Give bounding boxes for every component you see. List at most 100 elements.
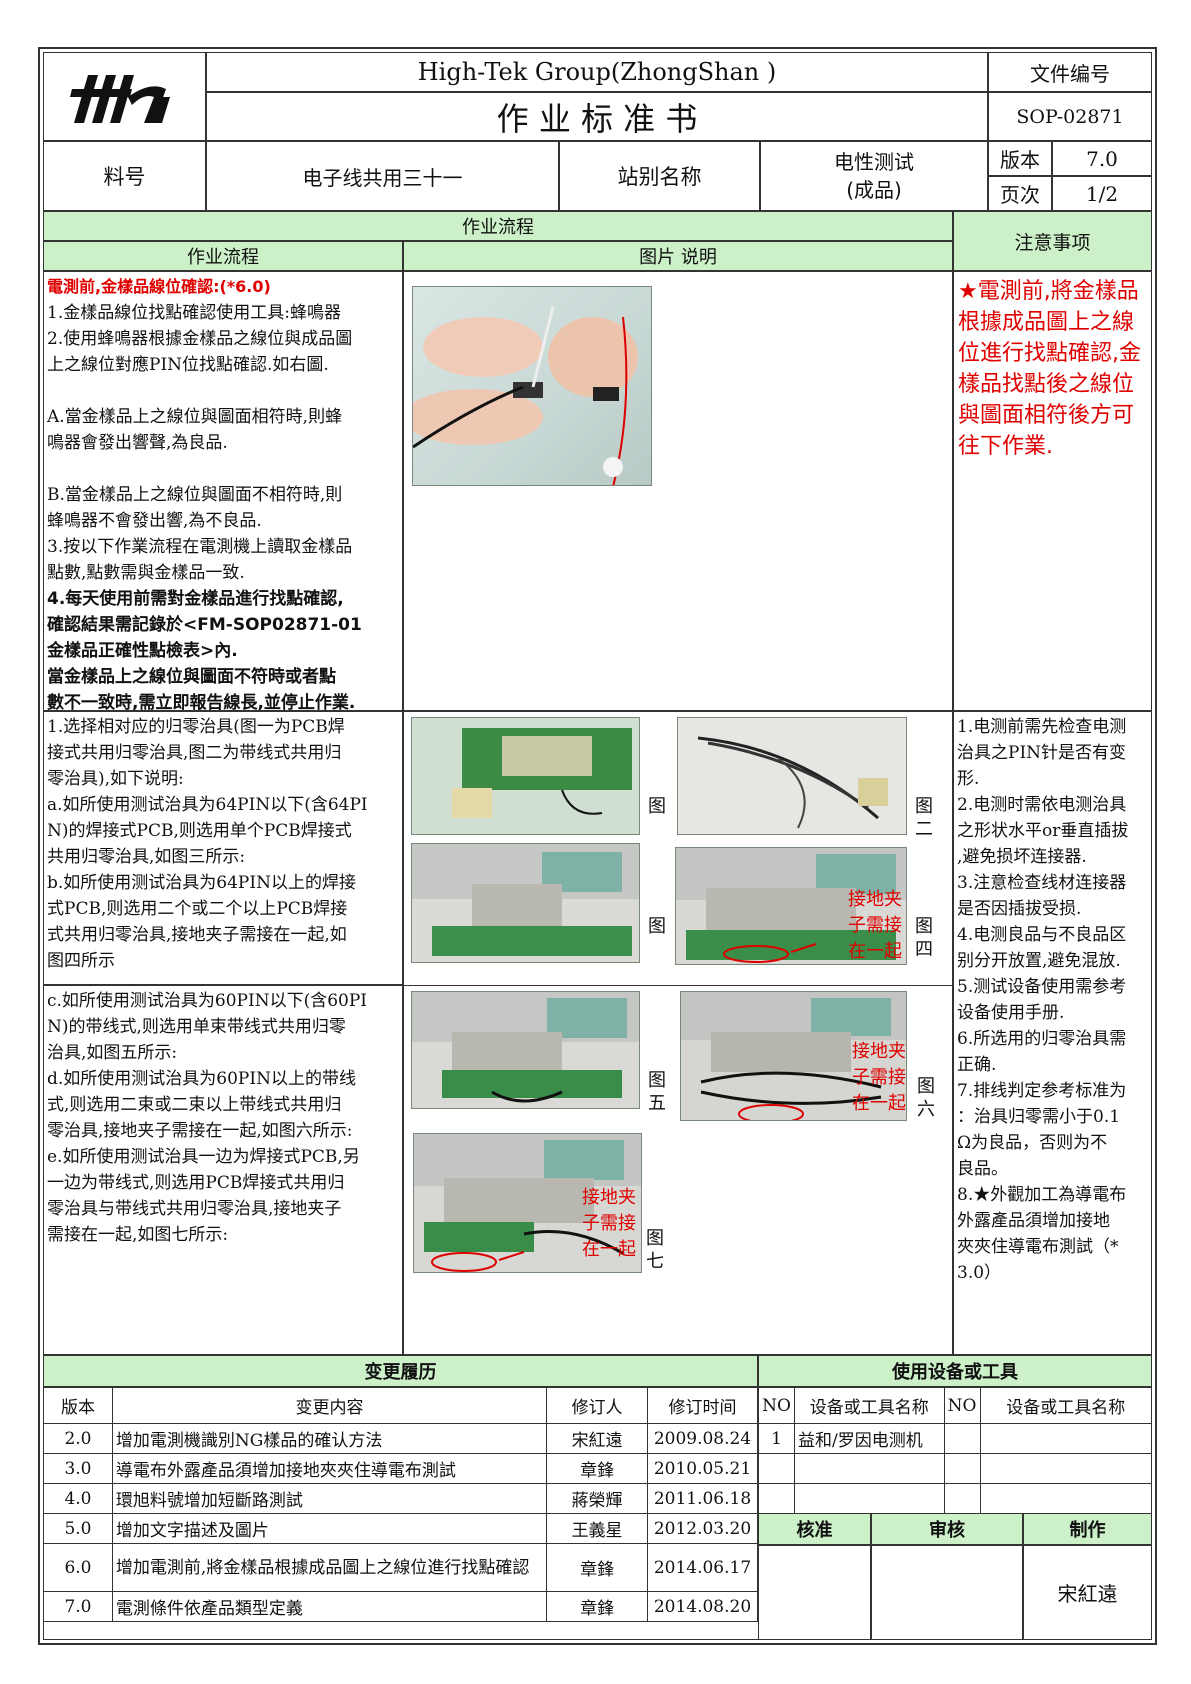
photo-desc-header: 图片 说明: [403, 241, 953, 271]
approve-signature: [758, 1545, 871, 1640]
low-line: c.如所使用测试治具为60PIN以下(含60PI: [47, 991, 368, 1011]
mid-line: a.如所使用测试治具为64PIN以下(含64PI: [47, 795, 368, 815]
top-line: A.當金樣品上之線位與圖面相符時,則蜂: [47, 407, 343, 427]
approve-label: 核准: [758, 1513, 871, 1545]
fig1-photo: [411, 717, 640, 835]
fig6-label-1: 图: [917, 1076, 935, 1097]
hist-date: 2010.05.21: [646, 1453, 759, 1484]
top-line: 蜂鳴器不會發出響,為不良品.: [47, 511, 262, 531]
review-label: 审核: [871, 1513, 1023, 1545]
fig1-label-text: 图: [648, 796, 666, 817]
top-lines: 1.金樣品線位找點確認使用工具:蜂鳴器 2.使用蜂鳴器根據金樣品之線位與成品圖 上之…: [47, 300, 352, 586]
note-line: 是否因插拔受损.: [957, 899, 1082, 919]
top-bold-line: 數不一致時,需立即報告線長,並停止作業.: [47, 693, 356, 711]
fig3-label-text: 图: [648, 916, 666, 937]
fig-divider: [403, 985, 953, 986]
hist-version: 6.0: [43, 1543, 113, 1592]
top-line: 1.金樣品線位找點確認使用工具:蜂鳴器: [47, 303, 341, 323]
change-history-table: 版本 变更内容 修订人 修订时间 2.0 增加電測機識別NG樣品的確认方法 宋紅遠 2…: [43, 1387, 759, 1622]
notes-list: 1.电测前需先检查电测 治具之PIN针是否有变 形. 2.电测时需依电测治具 之形状水平…: [957, 714, 1128, 1286]
fig6-ground-note: 接地夹 子需接 在一起: [830, 1039, 906, 1117]
mid-line: 式PCB,则选用二个或二个以上PCB焊接: [47, 899, 348, 919]
hist-reviser: 章鋒: [546, 1591, 648, 1622]
fig7-ground-note-2: 子需接: [582, 1213, 636, 1234]
eq-row2-name2: [979, 1453, 1153, 1484]
notes-cell: 1.电测前需先检查电测 治具之PIN针是否有变 形. 2.电测时需依电测治具 之形状水平…: [953, 711, 1152, 1355]
top-bold-line: 當金樣品上之線位與圖面不符時或者點: [47, 667, 336, 687]
note-line: 1.电测前需先检查电测: [957, 717, 1127, 737]
fig7-ground-note-3: 在一起: [582, 1239, 636, 1260]
note-line: ：治具归零需小于0.1: [957, 1107, 1121, 1127]
page-value: 1/2: [1052, 176, 1152, 211]
history-header: 变更履历: [43, 1355, 758, 1387]
hist-col-reviser: 修订人: [546, 1387, 648, 1424]
fig3-photo: [411, 843, 640, 963]
top-bold-line: 4.每天使用前需對金樣品進行找點確認,: [47, 589, 344, 609]
fig5-label-1: 图: [648, 1070, 666, 1091]
fig4-label-1: 图: [915, 916, 933, 937]
eq-row2-no: [758, 1453, 795, 1484]
history-row: 5.0 增加文字描述及圖片 王義星 2012.03.20: [43, 1513, 759, 1544]
eq-col-name-1: 设备或工具名称: [793, 1387, 945, 1424]
mid-line: 图四所示: [47, 951, 115, 971]
top-bold-line: 金樣品正確性點檢表>內.: [47, 641, 238, 661]
fig4-label-2: 四: [915, 939, 933, 960]
hist-reviser: 王義星: [546, 1513, 648, 1544]
maker-label: 制作: [1023, 1513, 1152, 1545]
fig7-ground-note: 接地夹 子需接 在一起: [560, 1185, 636, 1263]
maker-signature: 宋紅遠: [1023, 1545, 1152, 1640]
note-line: 良品。: [957, 1159, 1008, 1179]
eq-col-no-1: NO: [758, 1387, 795, 1424]
top-bold-line: 確認結果需記錄於<FM-SOP02871-01: [47, 615, 362, 635]
hist-content: 環旭料號增加短斷路測試: [111, 1483, 548, 1514]
mid-line: 1.选择相对应的归零治具(图一为PCB焊: [47, 717, 345, 737]
station-label: 站别名称: [559, 141, 760, 211]
mid-lines: 1.选择相对应的归零治具(图一为PCB焊 接式共用归零治具,图二为带线式共用归 零治…: [47, 714, 368, 974]
top-note: ★電測前,將金樣品根據成品圖上之線位進行找點確認,金樣品找點後之線位與圖面相符後…: [958, 279, 1141, 459]
eq-row2-name: [793, 1453, 945, 1484]
note-line: 4.电测良品与不良品区: [957, 925, 1127, 945]
history-row: 2.0 增加電測機識別NG樣品的確认方法 宋紅遠 2009.08.24: [43, 1423, 759, 1454]
station-value: 电性测试 (成品): [760, 141, 988, 211]
low-line: e.如所使用测试治具一边为焊接式PCB,另: [47, 1147, 360, 1167]
page-label: 页次: [988, 176, 1052, 211]
eq-row2-no2: [943, 1453, 981, 1484]
process-header: 作业流程: [43, 211, 953, 241]
hist-version: 2.0: [43, 1423, 113, 1454]
version-label: 版本: [988, 141, 1052, 176]
note-line: 3.注意检查线材连接器: [957, 873, 1127, 893]
eq-col-name-2: 设备或工具名称: [979, 1387, 1153, 1424]
fig4-label: 图 四: [913, 915, 935, 961]
fig4-ground-note-3: 在一起: [848, 941, 902, 962]
hist-date: 2011.06.18: [646, 1483, 759, 1514]
top-process-text: 電測前,金樣品線位確認:(*6.0) 1.金樣品線位找點確認使用工具:蜂鳴器 2.…: [43, 271, 403, 711]
note-line: 5.测试设备使用需参考: [957, 977, 1127, 997]
photo-gold-sample-check: [412, 286, 652, 486]
hist-reviser: 蔣榮輝: [546, 1483, 648, 1514]
equipment-row: 1 益和/罗因电测机: [758, 1423, 1153, 1454]
note-line: 正确.: [957, 1055, 997, 1075]
eq-row1-name: 益和/罗因电测机: [793, 1423, 945, 1454]
hist-col-content: 变更内容: [111, 1387, 548, 1424]
station-value-line2: (成品): [846, 178, 902, 202]
mid-line: b.如所使用测试治具为64PIN以上的焊接: [47, 873, 356, 893]
top-line: 3.按以下作業流程在電測機上讀取金樣品: [47, 537, 353, 557]
hist-col-version: 版本: [43, 1387, 113, 1424]
fig2-photo: [677, 717, 907, 835]
note-line: 外露產品須增加接地: [957, 1211, 1110, 1231]
hist-version: 4.0: [43, 1483, 113, 1514]
process-subheader: 作业流程: [43, 241, 403, 271]
fig6-ground-note-1: 接地夹: [852, 1041, 906, 1062]
fig5-label: 图 五: [646, 1069, 668, 1115]
history-header-row: 版本 变更内容 修订人 修订时间: [43, 1387, 759, 1424]
low-line: 式,则选用二束或二束以上带线式共用归: [47, 1095, 342, 1115]
eq-row3-name2: [979, 1483, 1153, 1514]
low-line: N)的带线式,则选用单束带线式共用归零: [47, 1017, 346, 1037]
fig6-label: 图 六: [915, 1075, 937, 1121]
eq-row1-no2: [943, 1423, 981, 1454]
hist-version: 3.0: [43, 1453, 113, 1484]
note-line: Ω为良品，否则为不: [957, 1133, 1108, 1153]
top-line: 點數,點數需與金樣品一致.: [47, 563, 245, 583]
top-line: 上之線位對應PIN位找點確認.如右圖.: [47, 355, 329, 375]
hist-content: 增加電測機識別NG樣品的確认方法: [111, 1423, 548, 1454]
